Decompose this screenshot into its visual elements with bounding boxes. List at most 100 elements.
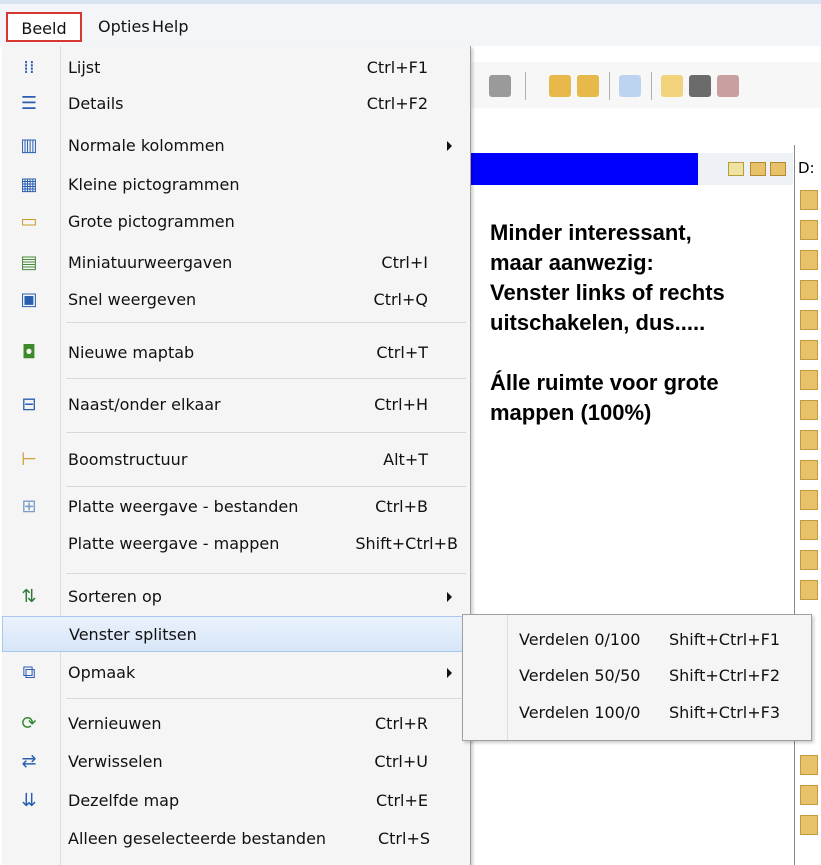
menu-help[interactable]: Help — [152, 12, 188, 42]
folder-icon[interactable] — [800, 250, 818, 270]
menu-item-lijst[interactable]: ⁞⁞ Lijst Ctrl+F1 — [2, 50, 468, 86]
folder-icon[interactable] — [800, 815, 818, 835]
folder-icon[interactable] — [800, 280, 818, 300]
annotation-line-3: Venster links of rechts — [490, 280, 725, 305]
folder-icon[interactable] — [800, 580, 818, 600]
menu-item-shortcut: Ctrl+H — [374, 395, 428, 414]
menu-item-label: Naast/onder elkaar — [68, 395, 221, 414]
menu-item-shortcut: Alt+T — [383, 450, 428, 469]
help-icon[interactable] — [717, 75, 739, 97]
flat-view-icon: ⊞ — [21, 496, 37, 517]
thumbnails-icon: ▤ — [20, 252, 38, 273]
menu-item-normale-kolommen[interactable]: ▥ Normale kolommen — [2, 128, 468, 164]
folder-up-icon[interactable] — [770, 162, 786, 176]
binoculars-icon[interactable] — [689, 75, 711, 97]
menu-item-snel-weergeven[interactable]: ▣ Snel weergeven Ctrl+Q — [2, 282, 468, 318]
menu-item-label: Kleine pictogrammen — [68, 175, 240, 194]
folder-icon[interactable] — [800, 490, 818, 510]
menu-item-shortcut: Ctrl+I — [381, 253, 428, 272]
annotation-text: Minder interessant, maar aanwezig: Venst… — [490, 218, 790, 428]
compare-icon[interactable] — [619, 75, 641, 97]
layout-icon: ⧉ — [22, 662, 36, 683]
folder-icon[interactable] — [800, 340, 818, 360]
folder-icon[interactable] — [800, 370, 818, 390]
menu-item-grote-pictogrammen[interactable]: ▭ Grote pictogrammen — [2, 204, 468, 240]
download-left-icon[interactable] — [549, 75, 571, 97]
toolbar-separator — [609, 72, 610, 100]
menu-item-boomstructuur[interactable]: ⊢ Boomstructuur Alt+T — [2, 442, 468, 478]
menu-item-shortcut: Ctrl+Q — [373, 290, 428, 309]
drive-icon[interactable] — [489, 75, 511, 97]
file-icon[interactable] — [728, 162, 744, 176]
folder-icon[interactable] — [800, 190, 818, 210]
tree-icon: ⊢ — [21, 449, 37, 470]
menu-item-nieuwe-maptab[interactable]: ◘ Nieuwe maptab Ctrl+T — [2, 335, 468, 371]
right-pane[interactable]: D: — [794, 145, 821, 865]
menu-item-naast-onder-elkaar[interactable]: ⊟ Naast/onder elkaar Ctrl+H — [2, 387, 468, 423]
annotation-line-2: maar aanwezig: — [490, 250, 654, 275]
annotation-line-4: uitschakelen, dus..... — [490, 310, 706, 335]
folder-icon[interactable] — [750, 162, 766, 176]
menu-item-miniatuurweergaven[interactable]: ▤ Miniatuurweergaven Ctrl+I — [2, 245, 468, 281]
toolbar — [463, 62, 821, 108]
submenu-item-shortcut: Shift+Ctrl+F1 — [669, 630, 781, 649]
new-folder-icon[interactable] — [661, 75, 683, 97]
menu-item-platte-weergave-mappen[interactable]: Platte weergave - mappen Shift+Ctrl+B — [2, 526, 468, 562]
menu-item-label: Normale kolommen — [68, 136, 225, 155]
menu-item-label: Sorteren op — [68, 587, 162, 606]
submenu-item-verdelen-0-100[interactable]: Verdelen 0/100 Shift+Ctrl+F1 — [463, 622, 811, 658]
submenu-item-verdelen-100-0[interactable]: Verdelen 100/0 Shift+Ctrl+F3 — [463, 695, 811, 731]
menu-item-verwisselen[interactable]: ⇄ Verwisselen Ctrl+U — [2, 744, 468, 780]
swap-icon: ⇄ — [21, 751, 37, 772]
menu-separator — [66, 378, 466, 379]
menu-item-label: Grote pictogrammen — [68, 212, 235, 231]
menu-item-label: Opmaak — [68, 663, 136, 682]
annotation-spacer — [490, 338, 790, 368]
menu-item-label: Verwisselen — [68, 752, 163, 771]
folder-icon[interactable] — [800, 220, 818, 240]
menu-item-label: Nieuwe maptab — [68, 343, 195, 362]
folder-icon[interactable] — [800, 520, 818, 540]
menu-beeld[interactable]: Beeld — [6, 12, 82, 42]
submenu-item-verdelen-50-50[interactable]: Verdelen 50/50 Shift+Ctrl+F2 — [463, 658, 811, 694]
menu-item-label: Lijst — [68, 58, 101, 77]
folder-icon[interactable] — [800, 460, 818, 480]
folder-icon[interactable] — [800, 310, 818, 330]
menu-item-platte-weergave-bestanden[interactable]: ⊞ Platte weergave - bestanden Ctrl+B — [2, 489, 468, 525]
menu-item-label: Vernieuwen — [68, 714, 162, 733]
menu-item-shortcut: Ctrl+S — [377, 829, 430, 848]
menu-item-sorteren-op[interactable]: ⇅ Sorteren op — [2, 579, 468, 615]
menu-item-vernieuwen[interactable]: ⟳ Vernieuwen Ctrl+R — [2, 706, 468, 742]
folder-icon[interactable] — [800, 550, 818, 570]
download-right-icon[interactable] — [577, 75, 599, 97]
menu-beeld-label: Beeld — [21, 19, 67, 38]
details-view-icon: ☰ — [20, 93, 38, 114]
menu-item-opmaak[interactable]: ⧉ Opmaak — [2, 655, 468, 691]
menu-item-alleen-geselecteerde-bestanden[interactable]: Alleen geselecteerde bestanden Ctrl+S — [2, 821, 468, 857]
toolbar-separator — [651, 72, 652, 100]
menu-separator — [66, 432, 466, 433]
menu-item-shortcut: Ctrl+F1 — [366, 58, 428, 77]
menu-item-label: Platte weergave - bestanden — [68, 497, 299, 516]
menu-item-label: Venster splitsen — [69, 625, 197, 644]
menu-item-venster-splitsen[interactable]: Venster splitsen — [2, 616, 468, 652]
venster-splitsen-submenu: Verdelen 0/100 Shift+Ctrl+F1 Verdelen 50… — [462, 614, 812, 741]
split-horizontal-icon: ⊟ — [21, 394, 37, 415]
menu-separator — [66, 322, 466, 323]
menu-help-label: Help — [152, 17, 189, 36]
menu-item-shortcut: Ctrl+B — [375, 497, 428, 516]
menu-item-shortcut: Shift+Ctrl+B — [355, 534, 458, 553]
menu-item-label: Snel weergeven — [68, 290, 197, 309]
large-icons-icon: ▭ — [20, 211, 38, 232]
menu-item-label: Miniatuurweergaven — [68, 253, 233, 272]
submenu-item-shortcut: Shift+Ctrl+F3 — [669, 703, 781, 722]
folder-icon[interactable] — [800, 430, 818, 450]
menu-opties[interactable]: Opties — [98, 12, 150, 42]
folder-icon[interactable] — [800, 755, 818, 775]
folder-icon[interactable] — [800, 785, 818, 805]
menu-item-dezelfde-map[interactable]: ⇊ Dezelfde map Ctrl+E — [2, 783, 468, 819]
menu-item-label: Dezelfde map — [68, 791, 180, 810]
menu-item-details[interactable]: ☰ Details Ctrl+F2 — [2, 86, 468, 122]
menu-item-kleine-pictogrammen[interactable]: ▦ Kleine pictogrammen — [2, 167, 468, 203]
folder-icon[interactable] — [800, 400, 818, 420]
